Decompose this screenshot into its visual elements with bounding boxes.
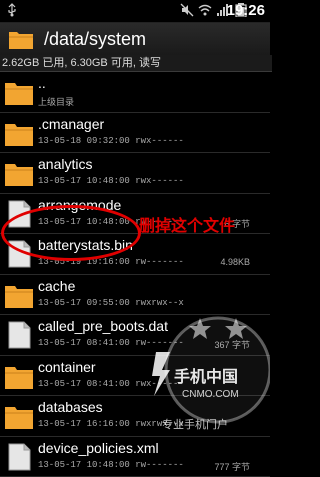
usb-icon [5,3,19,17]
item-name: analytics [38,156,92,172]
mute-icon [180,3,194,17]
file-icon [4,200,34,228]
list-item[interactable]: .. 上级目录 [0,72,270,113]
folder-icon [4,119,34,147]
list-item[interactable]: container 13-05-17 08:41:00 rwx------ [0,356,270,397]
item-meta: 13-05-19 19:16:00 rw------- [38,257,184,267]
file-list: .. 上级目录 .cmanager 13-05-18 09:32:00 rwx-… [0,72,270,477]
annotation-label: 删掉这个文件 [139,212,235,236]
item-name: batterystats.bin [38,237,133,253]
folder-icon [8,28,34,50]
file-icon [4,321,34,349]
item-size: 4.98KB [220,257,250,267]
list-item[interactable]: called_pre_boots.dat 13-05-17 08:41:00 r… [0,315,270,356]
item-meta: 13-05-17 08:41:00 rwx------ [38,379,184,389]
list-item[interactable]: analytics 13-05-17 10:48:00 rwx------ [0,153,270,194]
item-name: called_pre_boots.dat [38,318,168,334]
folder-icon [4,362,34,390]
status-left-icons [5,3,19,17]
storage-info: 2.62GB 已用, 6.30GB 可用, 读写 [0,55,272,72]
item-meta: 上级目录 [38,95,74,108]
item-name: .. [38,75,46,91]
path-title-bar: /data/system [0,23,270,55]
status-bar: 19:26 [0,0,270,23]
item-size: 367 字节 [214,338,250,351]
item-meta: 13-05-17 16:16:00 rwxrwx--x [38,419,184,429]
current-path: /data/system [44,29,146,50]
item-name: .cmanager [38,116,104,132]
folder-icon [4,159,34,187]
item-name: container [38,359,96,375]
item-meta: 13-05-17 09:55:00 rwxrwx--x [38,298,184,308]
list-item[interactable]: .cmanager 13-05-18 09:32:00 rwx------ [0,113,270,154]
item-name: cache [38,278,75,294]
file-icon [4,443,34,471]
folder-icon [4,281,34,309]
list-item[interactable]: cache 13-05-17 09:55:00 rwxrwx--x [0,275,270,316]
item-meta: 13-05-17 10:48:00 rw------- [38,460,184,470]
list-item[interactable]: batterystats.bin 13-05-19 19:16:00 rw---… [0,234,270,275]
item-meta: 13-05-17 08:41:00 rw------- [38,338,184,348]
folder-icon [4,402,34,430]
item-meta: 13-05-17 10:48:00 rwx------ [38,176,184,186]
list-item[interactable]: databases 13-05-17 16:16:00 rwxrwx--x [0,396,270,437]
parent-folder-icon [4,78,34,106]
item-meta: 13-05-18 09:32:00 rwx------ [38,136,184,146]
item-size: 777 字节 [214,460,250,473]
wifi-icon [198,3,212,17]
file-icon [4,240,34,268]
item-name: arrangemode [38,197,121,213]
item-name: databases [38,399,103,415]
status-clock: 19:26 [227,2,265,19]
list-item[interactable]: device_policies.xml 13-05-17 10:48:00 rw… [0,437,270,477]
